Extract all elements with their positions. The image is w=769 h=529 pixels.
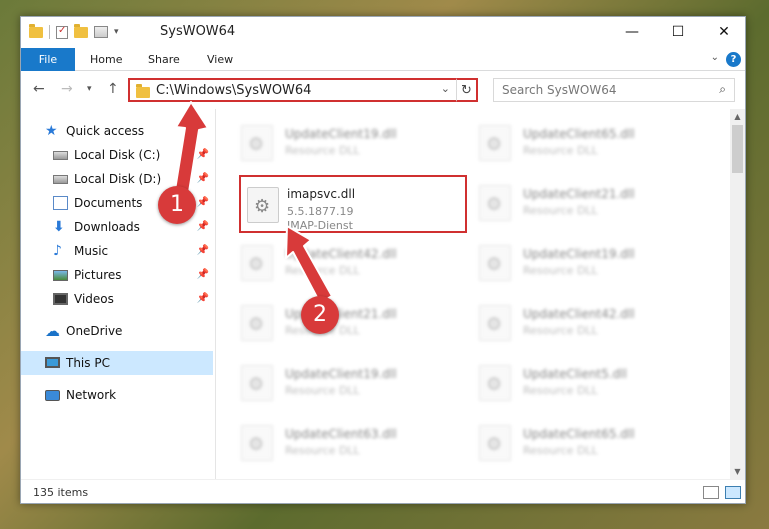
arrow-2 [285,225,333,304]
annotation-arrows [174,101,333,304]
step-badge-2: 2 [301,296,339,334]
step-badge-1: 1 [158,186,196,224]
arrow-1 [174,101,209,193]
